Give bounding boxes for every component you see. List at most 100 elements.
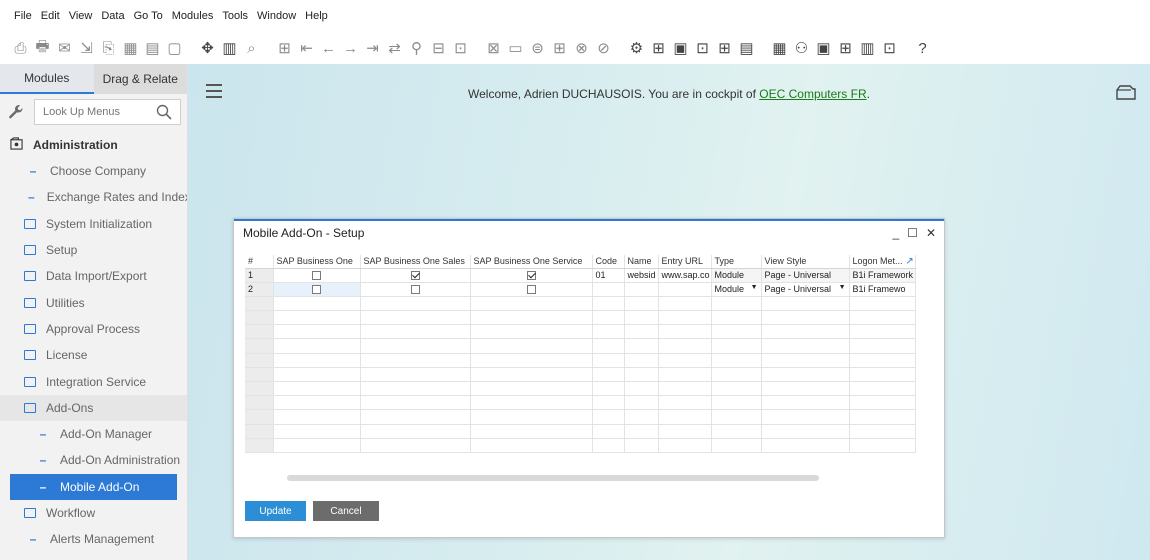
- sidebar-item-add-on-manager[interactable]: – Add-On Manager: [0, 421, 187, 447]
- entry-url-cell[interactable]: www.sap.co: [658, 268, 712, 283]
- calendar-icon[interactable]: ⊞: [716, 40, 733, 57]
- grid-cell[interactable]: [624, 310, 659, 326]
- checkbox[interactable]: [410, 285, 420, 295]
- search-icon[interactable]: [156, 104, 172, 120]
- sidebar-item-exchange-rates-and-indexes[interactable]: –Exchange Rates and Indexes: [0, 184, 187, 210]
- filter-icon[interactable]: ⚲: [408, 40, 425, 57]
- grid-cell[interactable]: [658, 338, 712, 354]
- grid-cell[interactable]: [470, 395, 593, 411]
- report-designer-icon[interactable]: ▣: [815, 40, 832, 57]
- horizontal-scrollbar[interactable]: [287, 475, 819, 481]
- grid-cell[interactable]: [658, 367, 712, 383]
- grid-cell[interactable]: [761, 310, 850, 326]
- grid-cell[interactable]: [711, 353, 762, 368]
- grid-cell[interactable]: [592, 424, 625, 439]
- target-document-icon[interactable]: ⊠: [485, 40, 502, 57]
- sap-b1-checkbox-cell[interactable]: [273, 282, 361, 297]
- grid-cell[interactable]: [624, 395, 659, 411]
- grid-cell[interactable]: [658, 353, 712, 368]
- grid-cell[interactable]: [658, 395, 712, 411]
- grid-cell[interactable]: [761, 395, 850, 411]
- grid-cell[interactable]: [624, 438, 659, 453]
- sidebar-item-alerts-management[interactable]: – Alerts Management: [0, 526, 187, 552]
- menu-view[interactable]: View: [69, 10, 93, 22]
- grid-cell[interactable]: [273, 310, 361, 326]
- grid-cell[interactable]: [360, 409, 471, 425]
- sap-b1-checkbox-cell[interactable]: [273, 268, 361, 283]
- minimize-icon[interactable]: _: [892, 226, 899, 240]
- grid-cell[interactable]: [470, 381, 593, 397]
- grid-cell[interactable]: [273, 381, 361, 397]
- grid-cell[interactable]: [849, 353, 916, 368]
- grid-cell[interactable]: [849, 324, 916, 340]
- user-icon[interactable]: ⚇: [793, 40, 810, 57]
- menu-window[interactable]: Window: [257, 10, 296, 22]
- empty-row[interactable]: [245, 367, 916, 383]
- refresh-icon[interactable]: ⇄: [386, 40, 403, 57]
- name-cell[interactable]: [624, 282, 659, 297]
- cancel-button[interactable]: Cancel: [313, 501, 379, 521]
- grid-cell[interactable]: [470, 310, 593, 326]
- column-header[interactable]: Name: [624, 255, 659, 269]
- tab-drag-relate[interactable]: Drag & Relate: [93, 64, 187, 94]
- grid-cell[interactable]: [658, 424, 712, 439]
- empty-row[interactable]: [245, 395, 916, 411]
- grid-cell[interactable]: [470, 424, 593, 439]
- volume-weight-icon[interactable]: ⊞: [551, 40, 568, 57]
- column-header[interactable]: SAP Business One: [273, 255, 361, 269]
- alerts-icon[interactable]: ⊡: [694, 40, 711, 57]
- sidebar-item-choose-company[interactable]: – Choose Company: [0, 158, 187, 184]
- sales-checkbox-cell[interactable]: [360, 268, 471, 283]
- table-row[interactable]: 1 01 websid www.sap.co Module Page - Universa…: [245, 268, 916, 283]
- update-button[interactable]: Update: [245, 501, 306, 521]
- expand-grid-icon[interactable]: ↗: [903, 256, 913, 267]
- menu-data[interactable]: Data: [101, 10, 124, 22]
- grid-cell[interactable]: [592, 438, 625, 453]
- dropdown-arrow-icon[interactable]: ▼: [839, 284, 846, 291]
- grid-cell[interactable]: [624, 424, 659, 439]
- wrench-icon[interactable]: [6, 102, 26, 122]
- grid-cell[interactable]: [592, 353, 625, 368]
- grid-cell[interactable]: [711, 338, 762, 354]
- sales-checkbox-cell[interactable]: [360, 282, 471, 297]
- grid-cell[interactable]: [658, 324, 712, 340]
- grid-cell[interactable]: [470, 353, 593, 368]
- sidebar-item-data-import-export[interactable]: Data Import/Export: [0, 263, 187, 289]
- layout-icon[interactable]: ▥: [221, 40, 238, 57]
- calculator-icon[interactable]: ▤: [738, 40, 755, 57]
- sidebar-item-add-ons[interactable]: Add-Ons: [0, 394, 187, 421]
- open-widget-tray-icon[interactable]: [1116, 84, 1136, 100]
- open-icon[interactable]: ⎘: [100, 40, 117, 57]
- grid-cell[interactable]: [360, 424, 471, 439]
- tools-icon[interactable]: ⊡: [881, 40, 898, 57]
- sidebar-section-administration[interactable]: Administration: [0, 132, 187, 158]
- word-icon[interactable]: ▤: [144, 40, 161, 57]
- grid-cell[interactable]: [761, 424, 850, 439]
- grid-cell[interactable]: [711, 324, 762, 340]
- grid-cell[interactable]: [761, 409, 850, 425]
- entry-url-cell[interactable]: [658, 282, 712, 297]
- grid-cell[interactable]: [658, 409, 712, 425]
- grid-cell[interactable]: [273, 324, 361, 340]
- type-cell[interactable]: Module: [711, 268, 762, 283]
- chart-icon[interactable]: ▥: [859, 40, 876, 57]
- logon-method-cell[interactable]: B1i Framework: [849, 268, 916, 283]
- grid-cell[interactable]: [761, 296, 850, 312]
- maximize-icon[interactable]: ☐: [907, 226, 918, 240]
- column-header[interactable]: Logon Met... ↗: [849, 255, 916, 269]
- grid-cell[interactable]: [592, 381, 625, 397]
- grid-cell[interactable]: [849, 367, 916, 383]
- grid-cell[interactable]: [711, 438, 762, 453]
- empty-row[interactable]: [245, 310, 916, 326]
- widget-icon[interactable]: ⊞: [837, 40, 854, 57]
- pdf-icon[interactable]: ▢: [166, 40, 183, 57]
- empty-row[interactable]: [245, 381, 916, 397]
- code-cell[interactable]: [592, 282, 625, 297]
- grid-cell[interactable]: [624, 353, 659, 368]
- grid-cell[interactable]: [592, 409, 625, 425]
- grid-cell[interactable]: [761, 381, 850, 397]
- name-cell[interactable]: websid: [624, 268, 659, 283]
- column-header[interactable]: Entry URL: [658, 255, 712, 269]
- grid-cell[interactable]: [470, 409, 593, 425]
- grid-cell[interactable]: [761, 324, 850, 340]
